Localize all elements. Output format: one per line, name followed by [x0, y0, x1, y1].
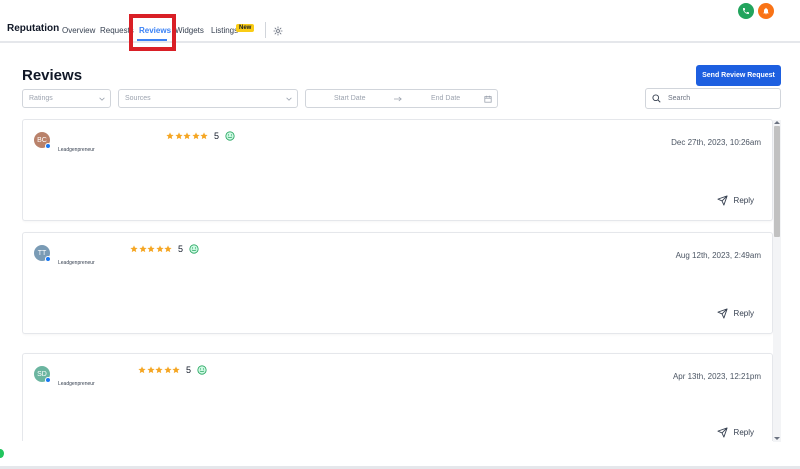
star-icon: [130, 245, 138, 253]
review-card: BC Leadgenpreneur 5 Dec 27th, 2023, 10:2…: [22, 119, 773, 221]
new-badge: New: [236, 24, 255, 32]
star-icon: [191, 132, 200, 140]
reply-label: Reply: [733, 196, 754, 205]
gear-icon[interactable]: [273, 26, 283, 36]
reply-label: Reply: [733, 309, 754, 318]
rating-value: 5: [178, 244, 184, 254]
ratings-placeholder: Ratings: [29, 95, 53, 102]
chevron-down-icon: [99, 97, 105, 101]
date-range-picker[interactable]: Start Date End Date: [305, 89, 498, 108]
smile-icon: [197, 365, 207, 375]
star-icon: [164, 245, 172, 253]
star-icon: [183, 132, 191, 140]
phone-button[interactable]: [738, 3, 754, 19]
send-review-request-button[interactable]: Send Review Request: [696, 65, 781, 86]
status-indicator: [0, 449, 4, 458]
app-title: Reputation: [7, 23, 60, 34]
star-rating: [130, 245, 173, 254]
page-title: Reviews: [22, 67, 83, 84]
reply-button[interactable]: Reply: [717, 195, 754, 206]
review-source: Leadgenpreneur: [58, 147, 95, 153]
star-icon: [155, 366, 163, 374]
star-icon: [174, 132, 183, 140]
sources-placeholder: Sources: [125, 95, 151, 102]
star-icon: [138, 366, 146, 374]
review-source: Leadgenpreneur: [58, 260, 95, 266]
scrollbar-thumb[interactable]: [774, 126, 780, 237]
smile-icon: [189, 244, 199, 254]
scroll-up-icon[interactable]: [774, 120, 780, 125]
search-icon: [652, 94, 661, 103]
star-icon: [138, 245, 147, 253]
sources-select[interactable]: Sources: [118, 89, 298, 108]
facebook-icon: [45, 256, 51, 262]
review-date: Apr 13th, 2023, 12:21pm: [672, 372, 761, 381]
ratings-select[interactable]: Ratings: [22, 89, 111, 108]
top-bar: Reputation Overview Requests Reviews Wid…: [0, 0, 800, 43]
search-input[interactable]: Search: [645, 88, 781, 109]
star-icon: [166, 132, 174, 140]
chevron-down-icon: [286, 97, 292, 101]
smile-icon: [225, 131, 235, 141]
review-card: TT Leadgenpreneur 5 Aug 12th, 2023, 2:49…: [22, 232, 773, 334]
star-rating: [166, 132, 209, 141]
calendar-icon: [484, 95, 492, 103]
star-icon: [172, 366, 180, 374]
star-icon: [146, 366, 155, 374]
reply-button[interactable]: Reply: [717, 308, 754, 319]
tab-overview[interactable]: Overview: [62, 26, 95, 35]
send-icon: [717, 195, 728, 206]
nav-divider: [265, 22, 266, 38]
star-rating: [138, 366, 181, 375]
scroll-down-icon[interactable]: [774, 436, 780, 441]
rating-value: 5: [186, 365, 192, 375]
phone-icon: [743, 8, 749, 14]
facebook-icon: [45, 143, 51, 149]
tab-widgets[interactable]: Widgets: [175, 26, 204, 35]
bell-icon: [763, 7, 769, 15]
review-date: Dec 27th, 2023, 10:26am: [671, 138, 761, 147]
star-icon: [155, 245, 164, 253]
send-icon: [717, 427, 728, 438]
search-placeholder: Search: [668, 95, 691, 102]
notifications-button[interactable]: [758, 3, 774, 19]
end-date-input[interactable]: End Date: [431, 95, 460, 102]
star-icon: [163, 366, 172, 374]
reviews-list[interactable]: BC Leadgenpreneur 5 Dec 27th, 2023, 10:2…: [22, 119, 782, 441]
scrollbar[interactable]: [773, 120, 781, 442]
facebook-icon: [45, 377, 51, 383]
start-date-input[interactable]: Start Date: [334, 95, 366, 102]
reviews-tab-highlight: [129, 14, 176, 51]
review-date: Aug 12th, 2023, 2:49am: [675, 251, 761, 260]
star-icon: [147, 245, 155, 253]
send-icon: [717, 308, 728, 319]
reply-label: Reply: [733, 428, 754, 437]
reply-button[interactable]: Reply: [717, 427, 754, 438]
star-icon: [200, 132, 208, 140]
review-card: SD Leadgenpreneur 5 Apr 13th, 2023, 12:2…: [22, 353, 773, 441]
rating-value: 5: [214, 131, 220, 141]
arrow-right-icon: [394, 96, 402, 102]
review-source: Leadgenpreneur: [58, 381, 95, 387]
tab-listings[interactable]: Listings: [211, 26, 238, 35]
